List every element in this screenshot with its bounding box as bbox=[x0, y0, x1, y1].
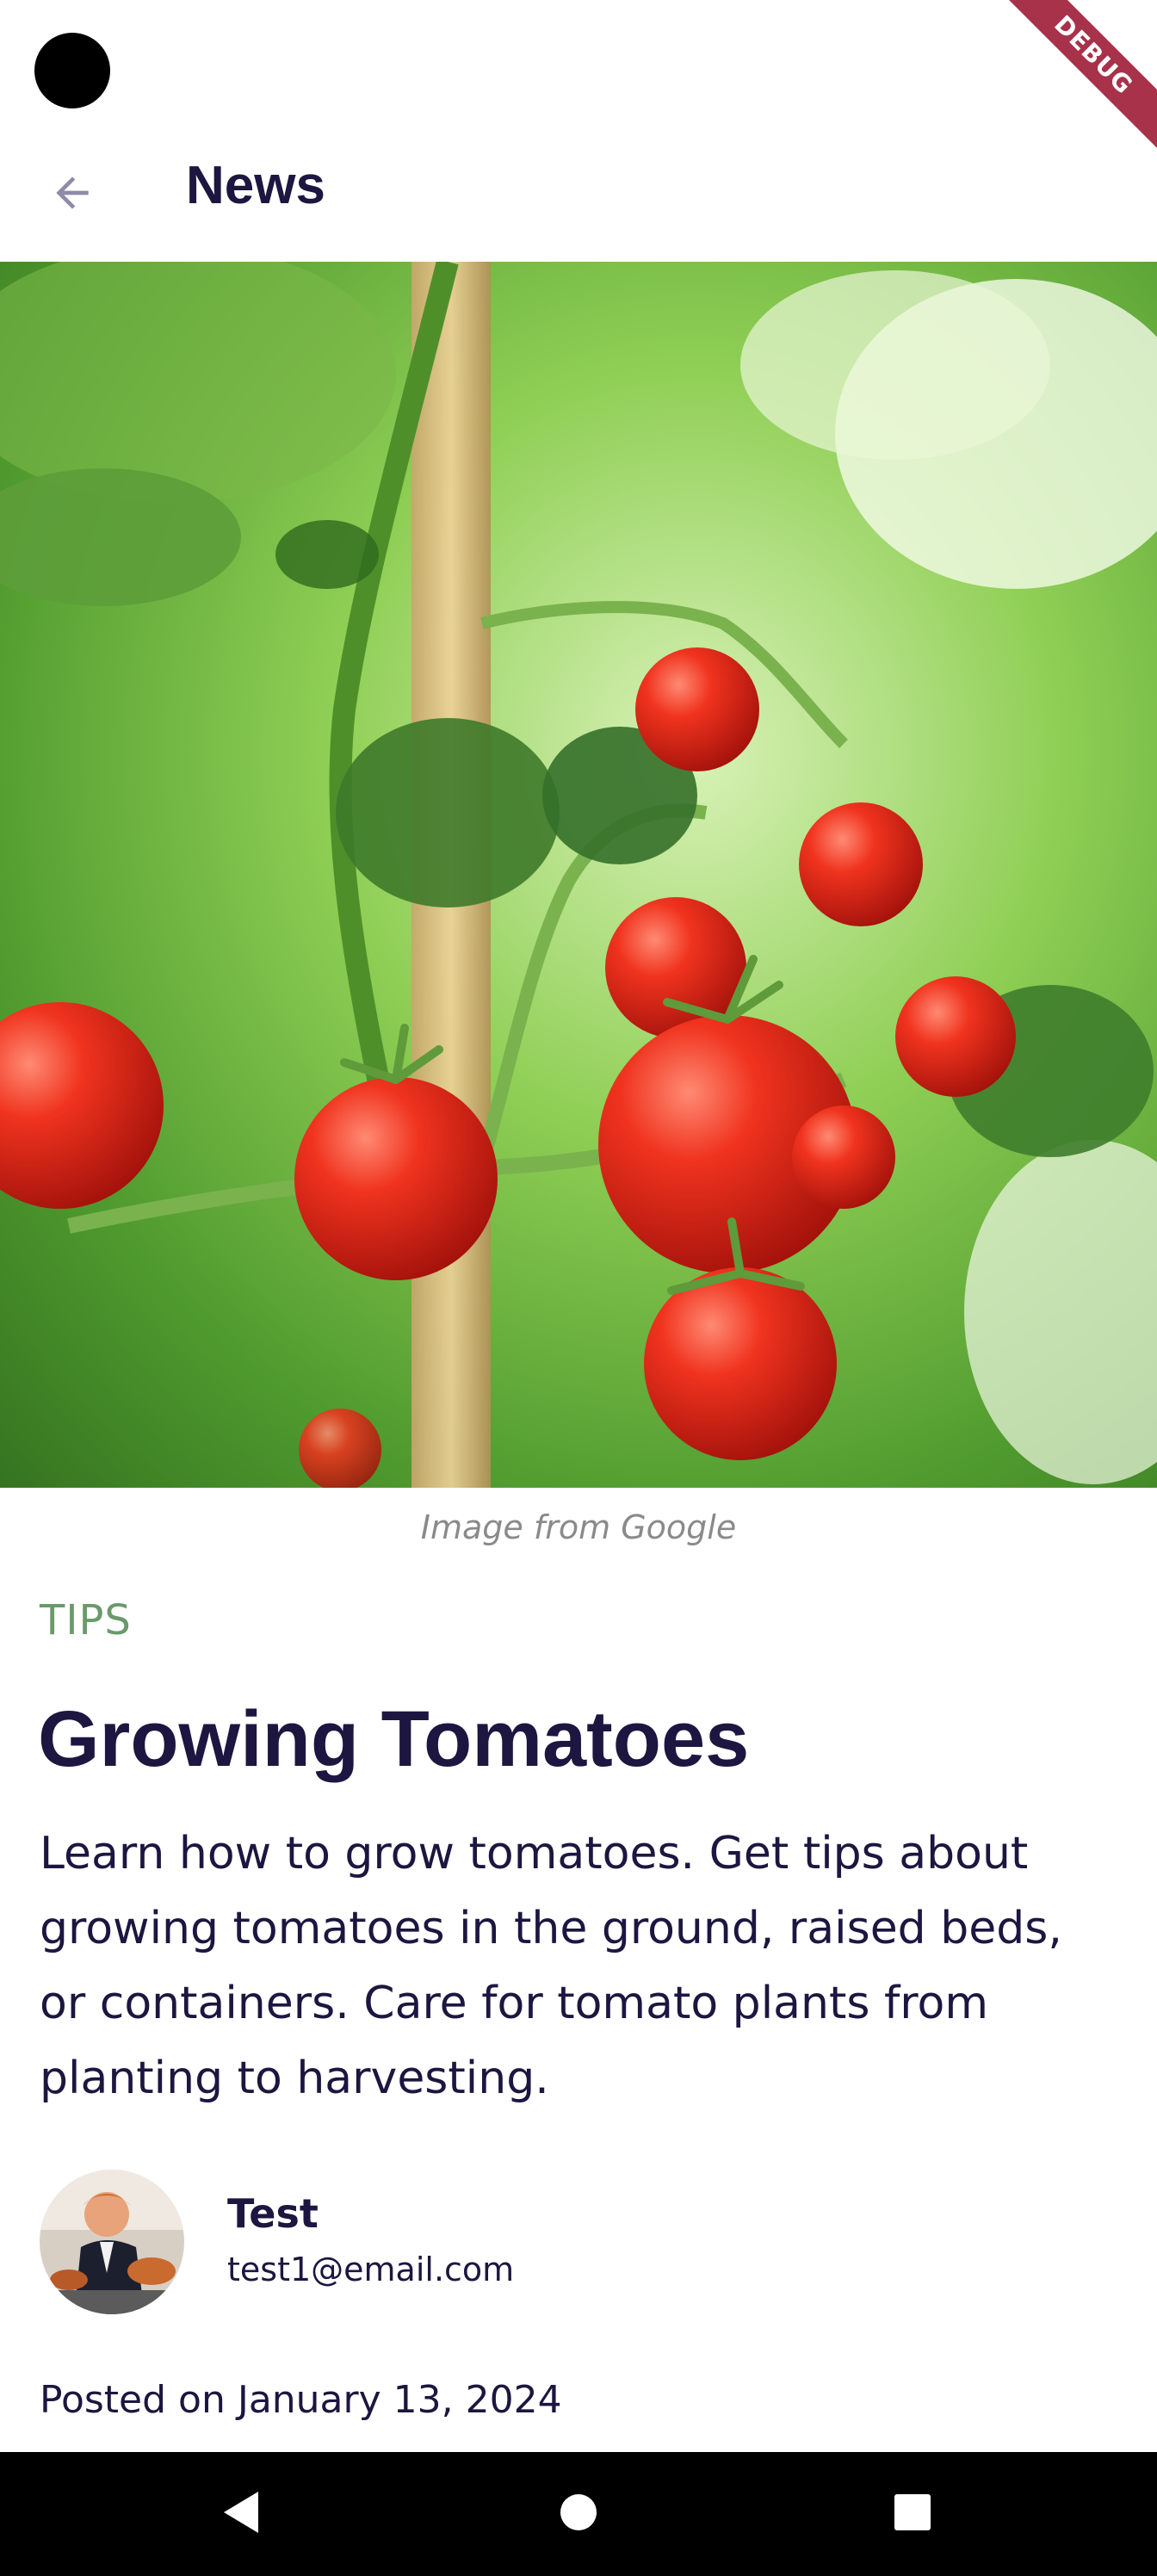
system-navigation-bar bbox=[0, 2452, 1157, 2576]
square-recents-icon bbox=[893, 2492, 932, 2536]
category-label: TIPS bbox=[40, 1596, 132, 1644]
back-button[interactable] bbox=[38, 160, 107, 229]
nav-home-button[interactable] bbox=[551, 2486, 606, 2542]
article-image bbox=[0, 262, 1157, 1488]
article-body: Learn how to grow tomatoes. Get tips abo… bbox=[40, 1828, 1062, 2104]
avatar bbox=[40, 2170, 184, 2314]
circle-home-icon bbox=[559, 2492, 598, 2536]
status-bar: DEBUG bbox=[0, 0, 1157, 174]
arrow-back-icon bbox=[48, 169, 96, 220]
page-title: News bbox=[186, 156, 325, 215]
triangle-back-icon bbox=[220, 2490, 262, 2538]
author-name: Test bbox=[227, 2190, 319, 2237]
author-email: test1@email.com bbox=[227, 2251, 515, 2288]
image-caption: Image from Google bbox=[420, 1508, 737, 1546]
nav-back-button[interactable] bbox=[213, 2486, 269, 2542]
camera-cutout bbox=[34, 33, 110, 108]
posted-date: Posted on January 13, 2024 bbox=[40, 2378, 562, 2422]
nav-recents-button[interactable] bbox=[885, 2486, 940, 2542]
article-title: Growing Tomatoes bbox=[38, 1695, 750, 1783]
app-bar: News bbox=[0, 129, 1157, 262]
